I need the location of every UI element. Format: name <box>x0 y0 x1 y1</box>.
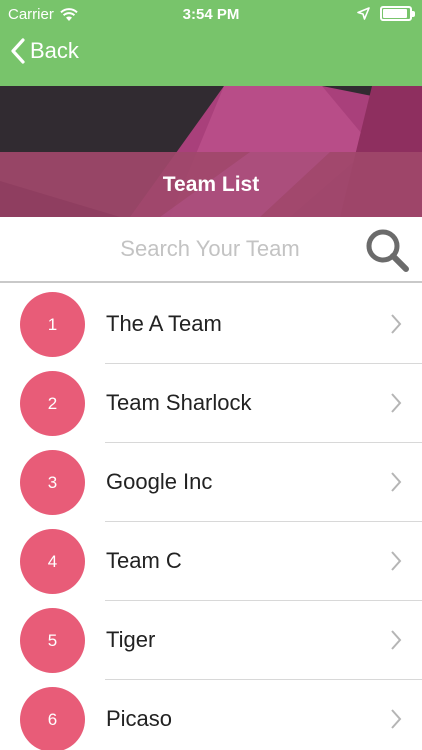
magnifier-icon[interactable] <box>364 227 410 273</box>
chevron-left-icon <box>11 38 25 64</box>
list-item[interactable]: 6 Picaso <box>0 680 422 750</box>
list-item[interactable]: 5 Tiger <box>0 601 422 680</box>
team-name: Team Sharlock <box>106 390 252 415</box>
status-right <box>357 6 415 21</box>
chevron-right-icon <box>391 393 402 413</box>
back-button[interactable]: Back <box>10 38 79 64</box>
battery-icon <box>380 6 415 21</box>
team-name: Google Inc <box>106 469 213 494</box>
location-arrow-icon <box>357 7 370 20</box>
list-item[interactable]: 1 The A Team <box>0 285 422 364</box>
chevron-right-icon <box>391 472 402 492</box>
list-item[interactable]: 4 Team C <box>0 522 422 601</box>
search-input[interactable] <box>60 229 360 269</box>
team-number-badge: 3 <box>20 450 85 515</box>
chevron-right-icon <box>391 314 402 334</box>
page-title: Team List <box>162 173 260 196</box>
team-name: Picaso <box>106 706 173 731</box>
banner-background <box>0 86 422 217</box>
team-list-banner: Team List <box>0 86 422 217</box>
chevron-right-icon <box>391 709 402 729</box>
team-number-badge: 4 <box>20 529 85 594</box>
team-list: 1 The A Team 2 Team Sharlock 3 Google In… <box>0 285 422 750</box>
team-name: Team C <box>106 548 182 573</box>
team-number-badge: 2 <box>20 371 85 436</box>
team-name: Tiger <box>106 627 156 652</box>
top-bar: Carrier 3:54 PM Back <box>0 0 422 86</box>
list-item[interactable]: 3 Google Inc <box>0 443 422 522</box>
list-item[interactable]: 2 Team Sharlock <box>0 364 422 443</box>
team-number-badge: 5 <box>20 608 85 673</box>
back-label: Back <box>30 38 79 63</box>
team-number-badge: 1 <box>20 292 85 357</box>
team-name: The A Team <box>106 311 222 336</box>
chevron-right-icon <box>391 551 402 571</box>
search-bar <box>0 217 422 283</box>
chevron-right-icon <box>391 630 402 650</box>
status-bar: Carrier 3:54 PM <box>0 0 422 30</box>
team-number-badge: 6 <box>20 687 85 750</box>
